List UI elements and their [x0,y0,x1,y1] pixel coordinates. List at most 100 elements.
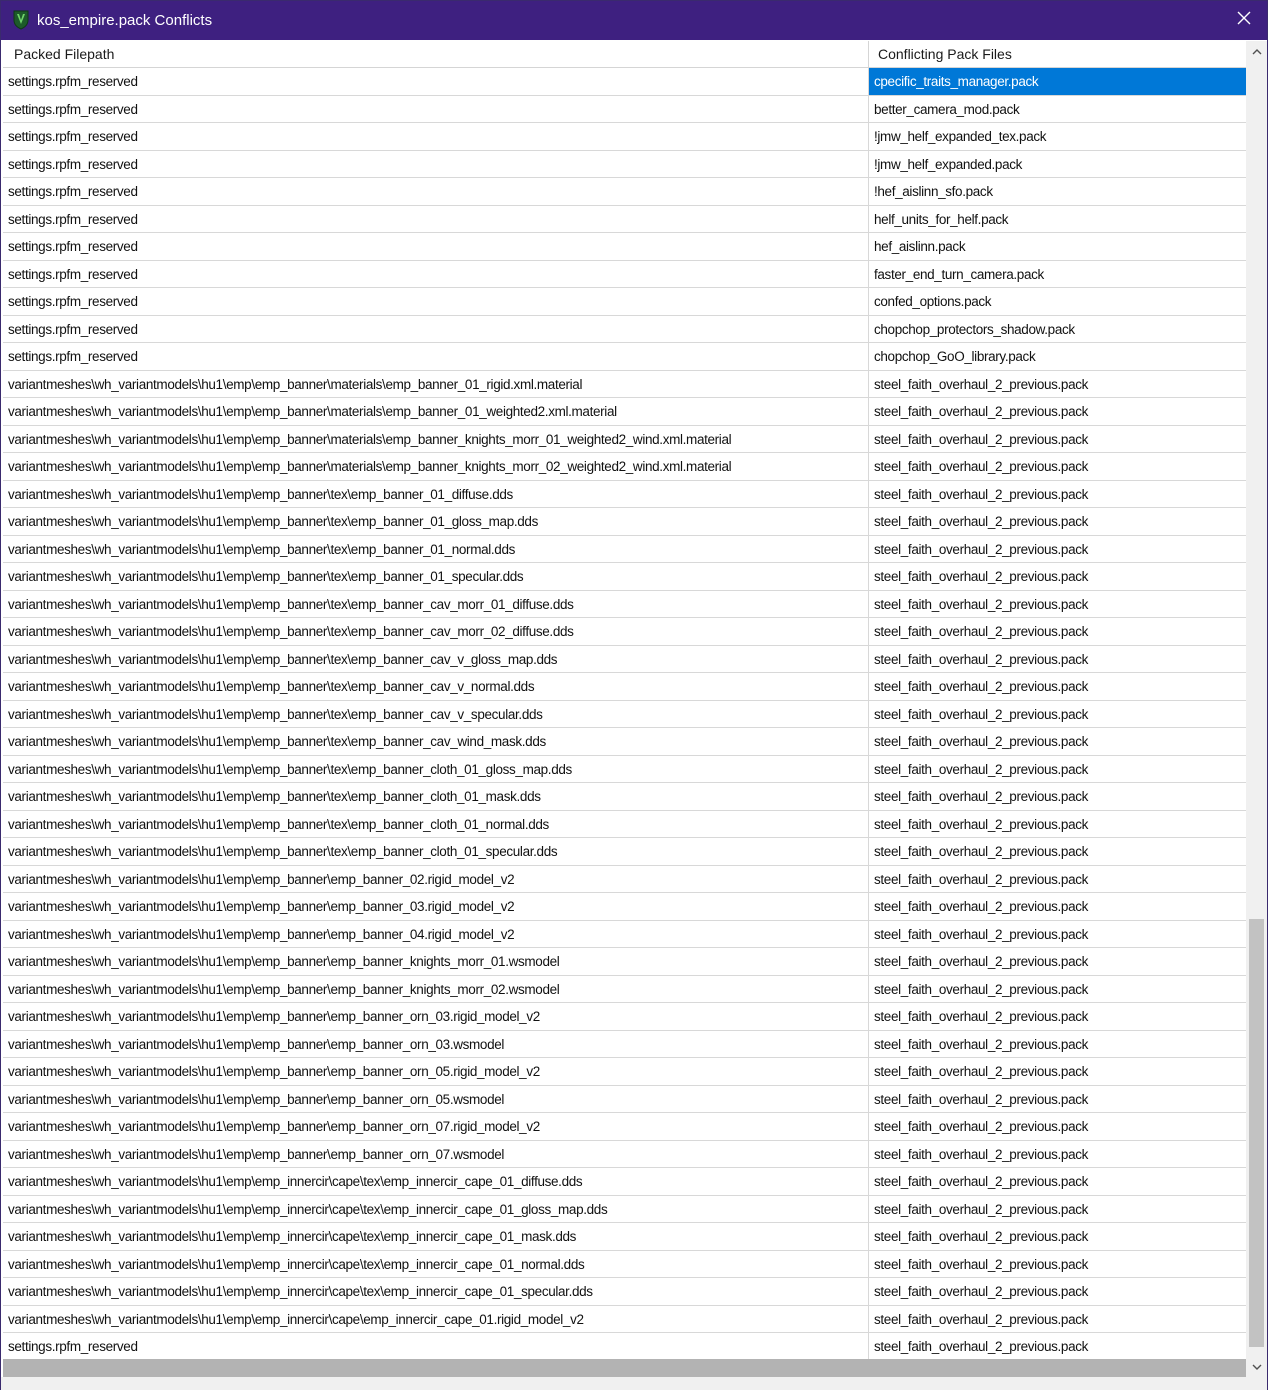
packed-filepath-cell[interactable]: settings.rpfm_reserved [3,288,869,316]
table-row[interactable]: settings.rpfm_reserved helf_units_for_hel… [3,205,1246,233]
table-row[interactable]: variantmeshes\wh_variantmodels\hu1\emp\e… [3,425,1246,453]
conflicts-table[interactable]: Packed Filepath Conflicting Pack Files s… [3,41,1246,1359]
conflicting-pack-cell[interactable]: steel_faith_overhaul_2_previous.pack [869,1333,1246,1359]
packed-filepath-cell[interactable]: variantmeshes\wh_variantmodels\hu1\emp\e… [3,398,869,426]
conflicting-pack-cell[interactable]: !jmw_helf_expanded_tex.pack [869,123,1246,151]
packed-filepath-cell[interactable]: settings.rpfm_reserved [3,1333,869,1359]
table-row[interactable]: variantmeshes\wh_variantmodels\hu1\emp\e… [3,1195,1246,1223]
table-row[interactable]: settings.rpfm_reserved !hef_aislinn_sfo.p… [3,178,1246,206]
packed-filepath-cell[interactable]: variantmeshes\wh_variantmodels\hu1\emp\e… [3,865,869,893]
packed-filepath-cell[interactable]: variantmeshes\wh_variantmodels\hu1\emp\e… [3,563,869,591]
packed-filepath-cell[interactable]: settings.rpfm_reserved [3,95,869,123]
column-header-conflicting-pack-files[interactable]: Conflicting Pack Files [869,41,1246,67]
table-row[interactable]: variantmeshes\wh_variantmodels\hu1\emp\e… [3,728,1246,756]
conflicting-pack-cell[interactable]: chopchop_GoO_library.pack [869,343,1246,371]
packed-filepath-cell[interactable]: variantmeshes\wh_variantmodels\hu1\emp\e… [3,700,869,728]
conflicting-pack-cell[interactable]: steel_faith_overhaul_2_previous.pack [869,811,1246,838]
table-row[interactable]: variantmeshes\wh_variantmodels\hu1\emp\e… [3,838,1246,866]
conflicting-pack-cell[interactable]: steel_faith_overhaul_2_previous.pack [869,673,1246,701]
conflicting-pack-cell[interactable]: steel_faith_overhaul_2_previous.pack [869,618,1246,646]
packed-filepath-cell[interactable]: variantmeshes\wh_variantmodels\hu1\emp\e… [3,535,869,563]
packed-filepath-cell[interactable]: variantmeshes\wh_variantmodels\hu1\emp\e… [3,590,869,618]
table-row[interactable]: variantmeshes\wh_variantmodels\hu1\emp\e… [3,590,1246,618]
conflicting-pack-cell[interactable]: steel_faith_overhaul_2_previous.pack [869,398,1246,426]
packed-filepath-cell[interactable]: variantmeshes\wh_variantmodels\hu1\emp\e… [3,1113,869,1141]
table-row[interactable]: variantmeshes\wh_variantmodels\hu1\emp\e… [3,673,1246,701]
table-row[interactable]: variantmeshes\wh_variantmodels\hu1\emp\e… [3,1250,1246,1278]
table-row[interactable]: variantmeshes\wh_variantmodels\hu1\emp\e… [3,810,1246,838]
conflicting-pack-cell[interactable]: steel_faith_overhaul_2_previous.pack [869,563,1246,591]
conflicting-pack-cell[interactable]: steel_faith_overhaul_2_previous.pack [869,1306,1246,1333]
table-row[interactable]: settings.rpfm_reserved steel_faith_overha… [3,1333,1246,1359]
conflicting-pack-cell[interactable]: steel_faith_overhaul_2_previous.pack [869,453,1246,481]
table-row[interactable]: settings.rpfm_reserved better_camera_mod.… [3,95,1246,123]
conflicting-pack-cell[interactable]: steel_faith_overhaul_2_previous.pack [869,646,1246,673]
conflicting-pack-cell[interactable]: steel_faith_overhaul_2_previous.pack [869,783,1246,811]
table-row[interactable]: variantmeshes\wh_variantmodels\hu1\emp\e… [3,480,1246,508]
conflicting-pack-cell[interactable]: steel_faith_overhaul_2_previous.pack [869,1141,1246,1168]
table-row[interactable]: variantmeshes\wh_variantmodels\hu1\emp\e… [3,755,1246,783]
packed-filepath-cell[interactable]: settings.rpfm_reserved [3,68,869,96]
table-row[interactable]: variantmeshes\wh_variantmodels\hu1\emp\e… [3,1030,1246,1058]
column-header-packed-filepath[interactable]: Packed Filepath [3,41,869,67]
table-row[interactable]: settings.rpfm_reserved !jmw_helf_expanded… [3,150,1246,178]
conflicting-pack-cell[interactable]: steel_faith_overhaul_2_previous.pack [869,756,1246,783]
table-row[interactable]: variantmeshes\wh_variantmodels\hu1\emp\e… [3,1278,1246,1306]
packed-filepath-cell[interactable]: variantmeshes\wh_variantmodels\hu1\emp\e… [3,480,869,508]
packed-filepath-cell[interactable]: settings.rpfm_reserved [3,205,869,233]
table-row[interactable]: variantmeshes\wh_variantmodels\hu1\emp\e… [3,453,1246,481]
conflicting-pack-cell[interactable]: steel_faith_overhaul_2_previous.pack [869,976,1246,1003]
conflicting-pack-cell[interactable]: steel_faith_overhaul_2_previous.pack [869,866,1246,893]
table-row[interactable]: settings.rpfm_reserved faster_end_turn_ca… [3,260,1246,288]
packed-filepath-cell[interactable]: settings.rpfm_reserved [3,315,869,343]
table-row[interactable]: settings.rpfm_reserved !jmw_helf_expanded… [3,123,1246,151]
packed-filepath-cell[interactable]: variantmeshes\wh_variantmodels\hu1\emp\e… [3,453,869,481]
table-row[interactable]: variantmeshes\wh_variantmodels\hu1\emp\e… [3,1113,1246,1141]
packed-filepath-cell[interactable]: variantmeshes\wh_variantmodels\hu1\emp\e… [3,810,869,838]
table-row[interactable]: variantmeshes\wh_variantmodels\hu1\emp\e… [3,1168,1246,1196]
packed-filepath-cell[interactable]: settings.rpfm_reserved [3,123,869,151]
conflicting-pack-cell[interactable]: steel_faith_overhaul_2_previous.pack [869,701,1246,728]
table-row[interactable]: settings.rpfm_reserved confed_options.pac… [3,288,1246,316]
table-row[interactable]: variantmeshes\wh_variantmodels\hu1\emp\e… [3,645,1246,673]
table-row[interactable]: settings.rpfm_reserved hef_aislinn.pack [3,233,1246,261]
packed-filepath-cell[interactable]: settings.rpfm_reserved [3,178,869,206]
conflicting-pack-cell[interactable]: steel_faith_overhaul_2_previous.pack [869,838,1246,866]
packed-filepath-cell[interactable]: settings.rpfm_reserved [3,343,869,371]
table-row[interactable]: variantmeshes\wh_variantmodels\hu1\emp\e… [3,893,1246,921]
close-button[interactable] [1221,1,1267,40]
table-row[interactable]: variantmeshes\wh_variantmodels\hu1\emp\e… [3,700,1246,728]
packed-filepath-cell[interactable]: variantmeshes\wh_variantmodels\hu1\emp\e… [3,1140,869,1168]
packed-filepath-cell[interactable]: variantmeshes\wh_variantmodels\hu1\emp\e… [3,508,869,536]
packed-filepath-cell[interactable]: variantmeshes\wh_variantmodels\hu1\emp\e… [3,1305,869,1333]
conflicting-pack-cell[interactable]: steel_faith_overhaul_2_previous.pack [869,1278,1246,1306]
table-row[interactable]: variantmeshes\wh_variantmodels\hu1\emp\e… [3,1305,1246,1333]
packed-filepath-cell[interactable]: variantmeshes\wh_variantmodels\hu1\emp\e… [3,920,869,948]
packed-filepath-cell[interactable]: variantmeshes\wh_variantmodels\hu1\emp\e… [3,618,869,646]
conflicting-pack-cell[interactable]: steel_faith_overhaul_2_previous.pack [869,1058,1246,1086]
conflicting-pack-cell[interactable]: helf_units_for_helf.pack [869,206,1246,233]
conflicting-pack-cell[interactable]: steel_faith_overhaul_2_previous.pack [869,371,1246,398]
conflicting-pack-cell[interactable]: better_camera_mod.pack [869,96,1246,123]
table-row[interactable]: variantmeshes\wh_variantmodels\hu1\emp\e… [3,535,1246,563]
conflicting-pack-cell[interactable]: chopchop_protectors_shadow.pack [869,316,1246,343]
scrollbar-thumb[interactable] [1249,919,1264,1347]
conflicting-pack-cell[interactable]: steel_faith_overhaul_2_previous.pack [869,1003,1246,1031]
conflicting-pack-cell[interactable]: steel_faith_overhaul_2_previous.pack [869,1113,1246,1141]
packed-filepath-cell[interactable]: variantmeshes\wh_variantmodels\hu1\emp\e… [3,755,869,783]
packed-filepath-cell[interactable]: variantmeshes\wh_variantmodels\hu1\emp\e… [3,1030,869,1058]
conflicting-pack-cell[interactable]: steel_faith_overhaul_2_previous.pack [869,508,1246,536]
conflicting-pack-cell[interactable]: steel_faith_overhaul_2_previous.pack [869,1223,1246,1251]
table-row[interactable]: variantmeshes\wh_variantmodels\hu1\emp\e… [3,618,1246,646]
conflicting-pack-cell[interactable]: !jmw_helf_expanded.pack [869,151,1246,178]
conflicting-pack-cell[interactable]: steel_faith_overhaul_2_previous.pack [869,591,1246,618]
packed-filepath-cell[interactable]: settings.rpfm_reserved [3,260,869,288]
vertical-scrollbar[interactable] [1246,41,1267,1377]
table-row[interactable]: variantmeshes\wh_variantmodels\hu1\emp\e… [3,1140,1246,1168]
packed-filepath-cell[interactable]: variantmeshes\wh_variantmodels\hu1\emp\e… [3,425,869,453]
packed-filepath-cell[interactable]: variantmeshes\wh_variantmodels\hu1\emp\e… [3,1058,869,1086]
conflicting-pack-cell[interactable]: confed_options.pack [869,288,1246,316]
conflicting-pack-cell[interactable]: steel_faith_overhaul_2_previous.pack [869,728,1246,756]
conflicting-pack-cell[interactable]: steel_faith_overhaul_2_previous.pack [869,948,1246,976]
packed-filepath-cell[interactable]: variantmeshes\wh_variantmodels\hu1\emp\e… [3,893,869,921]
